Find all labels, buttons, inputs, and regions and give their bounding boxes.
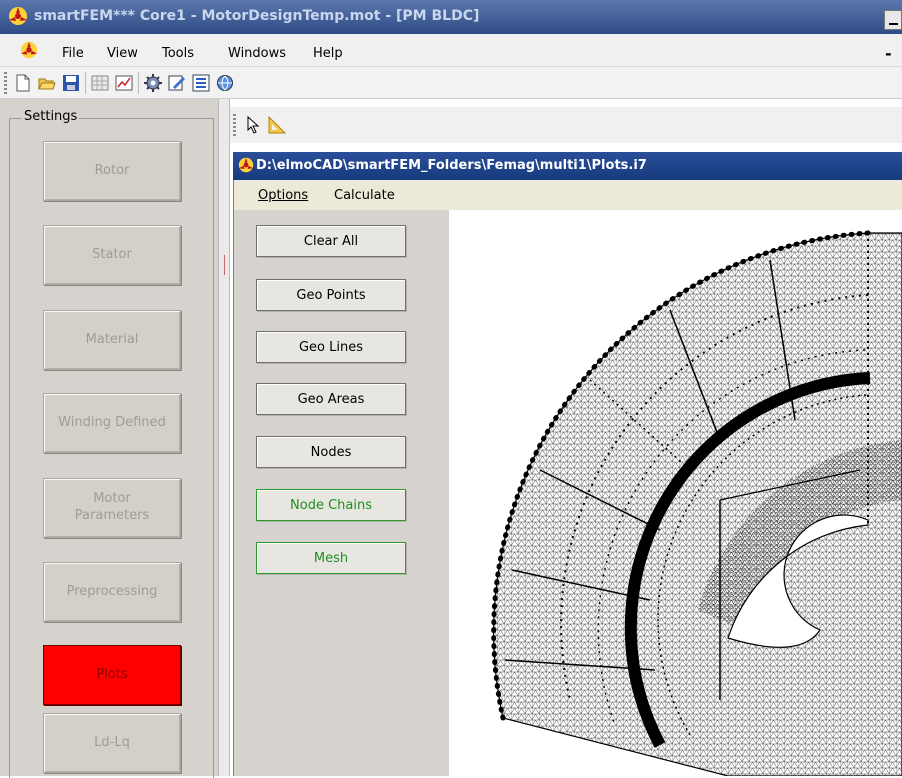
gear-icon[interactable] xyxy=(144,74,162,92)
pointer-arrow-icon[interactable] xyxy=(246,116,262,134)
mesh-plot-canvas[interactable] xyxy=(449,210,902,776)
menu-file[interactable]: File xyxy=(62,46,84,61)
mdi-minimize-button[interactable]: - xyxy=(885,44,892,63)
edit-icon[interactable] xyxy=(168,74,186,92)
material-button[interactable]: Material xyxy=(43,310,181,370)
mesh-button[interactable]: Mesh xyxy=(256,542,406,574)
globe-icon[interactable] xyxy=(216,74,234,92)
new-icon[interactable] xyxy=(14,74,32,92)
plots-window-title: D:\elmoCAD\smartFEM_Folders\Femag\multi1… xyxy=(256,158,647,173)
save-icon[interactable] xyxy=(62,74,80,92)
canvas-edge-mark xyxy=(224,255,232,275)
menu-view[interactable]: View xyxy=(107,46,138,61)
toolbar-separator xyxy=(85,72,86,94)
menu-help-label: Help xyxy=(313,46,343,61)
menu-windows[interactable]: Windows xyxy=(228,46,286,61)
menu-tools-label: Tools xyxy=(162,46,195,61)
app-menu-icon[interactable] xyxy=(20,41,38,59)
menu-view-label: View xyxy=(107,46,138,61)
ld-lq-button[interactable]: Ld-Lq xyxy=(43,713,181,773)
stator-button[interactable]: Stator xyxy=(43,225,181,285)
preprocessing-button[interactable]: Preprocessing xyxy=(43,562,181,622)
grid-icon[interactable] xyxy=(91,74,109,92)
list-icon[interactable] xyxy=(192,74,210,92)
menu-options[interactable]: Options xyxy=(258,188,308,203)
geo-points-button[interactable]: Geo Points xyxy=(256,279,406,311)
menu-windows-label: Windows xyxy=(228,46,287,61)
settings-group-label: Settings xyxy=(22,109,80,124)
plots-button[interactable]: Plots xyxy=(43,645,181,705)
menu-file-label: File xyxy=(62,46,84,61)
menu-calculate[interactable]: Calculate xyxy=(334,188,395,203)
panel-splitter[interactable] xyxy=(218,99,230,776)
winding-defined-button[interactable]: Winding Defined xyxy=(43,393,181,453)
chart-icon[interactable] xyxy=(115,74,133,92)
open-folder-icon[interactable] xyxy=(38,74,56,92)
minimize-button[interactable] xyxy=(884,10,902,30)
rotor-button[interactable]: Rotor xyxy=(43,141,181,201)
toolbar-grip[interactable] xyxy=(233,114,236,136)
menu-help[interactable]: Help xyxy=(313,46,343,61)
toolbar-grip[interactable] xyxy=(4,72,7,94)
window-title: smartFEM*** Core1 - MotorDesignTemp.mot … xyxy=(34,8,480,24)
plots-window-icon xyxy=(238,157,254,173)
app-logo-icon xyxy=(9,7,27,25)
triangle-ruler-icon[interactable] xyxy=(268,116,286,134)
node-chains-button[interactable]: Node Chains xyxy=(256,489,406,521)
main-toolbar xyxy=(0,67,902,99)
toolbar-separator xyxy=(138,72,139,94)
clear-all-button[interactable]: Clear All xyxy=(256,225,406,257)
drawing-toolbar xyxy=(230,107,902,143)
nodes-button[interactable]: Nodes xyxy=(256,436,406,468)
geo-areas-button[interactable]: Geo Areas xyxy=(256,383,406,415)
motor-parameters-button[interactable]: Motor Parameters xyxy=(43,478,181,538)
geo-lines-button[interactable]: Geo Lines xyxy=(256,331,406,363)
menu-tools[interactable]: Tools xyxy=(162,46,194,61)
